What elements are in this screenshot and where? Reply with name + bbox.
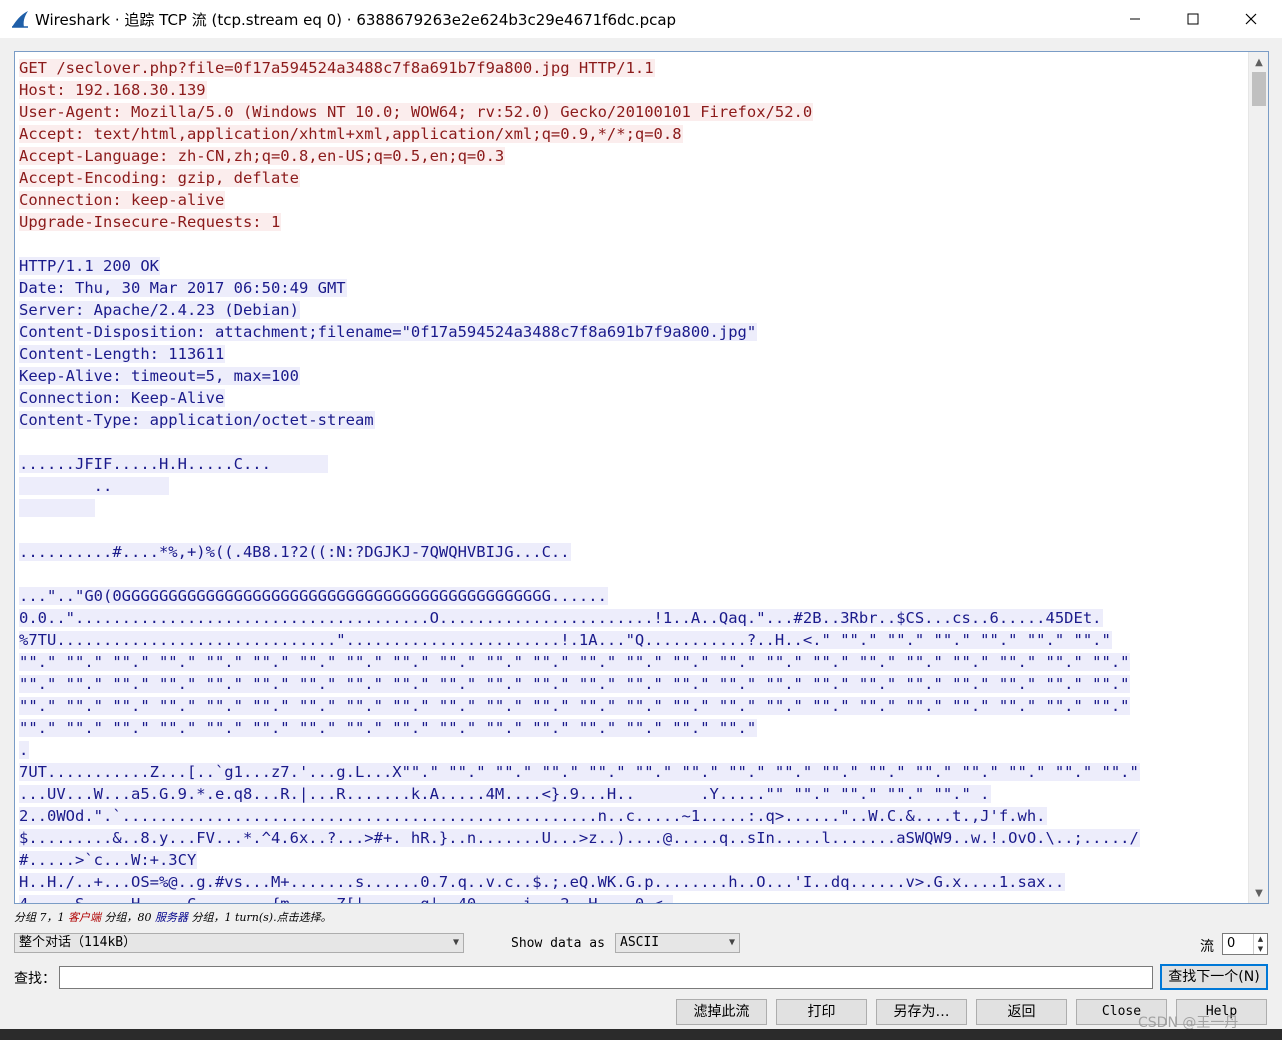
server-data-line [19, 497, 1247, 519]
server-header-line: Date: Thu, 30 Mar 2017 06:50:49 GMT [19, 279, 347, 297]
server-data-line: 7UT...........Z...[..`g1...z7.'...g.L...… [19, 763, 1140, 781]
server-header-line: Keep-Alive: timeout=5, max=100 [19, 367, 300, 385]
server-data-line: .. [19, 477, 170, 495]
chevron-down-icon: ▼ [728, 937, 735, 948]
stream-number-spinbox[interactable]: 0 ▲ ▼ [1222, 933, 1268, 955]
maximize-icon [1187, 13, 1199, 25]
maximize-button[interactable] [1164, 0, 1222, 38]
window-title: Wireshark · 追踪 TCP 流 (tcp.stream eq 0) ·… [35, 11, 677, 29]
server-header-line: Content-Length: 113611 [19, 345, 226, 363]
client-line: Connection: keep-alive [19, 191, 226, 209]
follow-tcp-stream-window: Wireshark · 追踪 TCP 流 (tcp.stream eq 0) ·… [0, 0, 1282, 1040]
filter-out-stream-button[interactable]: 滤掉此流 [676, 999, 767, 1025]
wireshark-fin-icon [12, 11, 28, 28]
taskbar-strip [0, 1029, 1282, 1040]
server-data-line: $.........&..8.y...FV...*.^4.6x..?...>#+… [19, 829, 1140, 847]
stream-text[interactable]: GET /seclover.php?file=0f17a594524a3488c… [19, 57, 1247, 903]
client-line: Accept-Encoding: gzip, deflate [19, 169, 300, 187]
server-data-line: 0.0.."..................................… [19, 609, 1103, 627]
title-bar: Wireshark · 追踪 TCP 流 (tcp.stream eq 0) ·… [0, 0, 1282, 38]
server-data-line: ..........#....*%,+)%((.4B8.1?2((:N:?DGJ… [19, 543, 571, 561]
find-input[interactable] [59, 966, 1153, 989]
vertical-scrollbar[interactable]: ▲ ▼ [1248, 52, 1268, 903]
minimize-button[interactable] [1106, 0, 1164, 38]
server-data-line: ""." ""." ""." ""." ""." ""." ""." ""." … [19, 697, 1131, 715]
server-header-line: HTTP/1.1 200 OK [19, 257, 160, 275]
server-label: 服务器 [155, 911, 188, 924]
client-label: 客户端 [68, 911, 101, 924]
show-data-as-select[interactable]: ASCII ▼ [615, 933, 740, 953]
server-data-line: H..H./..+...OS=%@..g.#vs...M+.......s...… [19, 873, 1066, 891]
server-data-line: ...".."G0(0GGGGGGGGGGGGGGGGGGGGGGGGGGGGG… [19, 587, 608, 605]
client-line: User-Agent: Mozilla/5.0 (Windows NT 10.0… [19, 103, 814, 121]
client-line: Accept: text/html,application/xhtml+xml,… [19, 125, 683, 143]
print-button[interactable]: 打印 [776, 999, 867, 1025]
conversation-select[interactable]: 整个对话（114kB） ▼ [14, 933, 464, 953]
server-header-line: Server: Apache/2.4.23 (Debian) [19, 301, 300, 319]
client-line: GET /seclover.php?file=0f17a594524a3488c… [19, 59, 655, 77]
save-as-button[interactable]: 另存为… [876, 999, 967, 1025]
server-header-line: Content-Type: application/octet-stream [19, 411, 375, 429]
scroll-up-arrow-icon[interactable]: ▲ [1249, 52, 1268, 72]
packet-count-status[interactable]: 分组 7，1 客户端 分组，80 服务器 分组，1 turn(s).点击选择。 [14, 909, 332, 925]
client-line: Host: 192.168.30.139 [19, 81, 207, 99]
server-header-line: Content-Disposition: attachment;filename… [19, 323, 758, 341]
client-line: Upgrade-Insecure-Requests: 1 [19, 213, 282, 231]
spin-arrows-icon[interactable]: ▲ ▼ [1253, 934, 1267, 954]
server-data-line: %7TU..............................".....… [19, 631, 1112, 649]
server-data-line: ""." ""." ""." ""." ""." ""." ""." ""." … [19, 675, 1131, 693]
server-data-line: ......JFIF.....H.H.....C... [19, 455, 328, 473]
server-data-line: 2..0WOd.".`.............................… [19, 807, 1047, 825]
close-window-button[interactable] [1222, 0, 1280, 38]
find-next-button[interactable]: 查找下一个(N) [1160, 964, 1268, 990]
show-data-as-label: Show data as [511, 936, 605, 951]
client-line: Accept-Language: zh-CN,zh;q=0.8,en-US;q=… [19, 147, 506, 165]
server-data-line: . [19, 741, 30, 759]
server-data-line: 4.....S.....H.....C........{m.....Z[|...… [19, 893, 1247, 903]
close-icon [1245, 13, 1257, 25]
minimize-icon [1130, 18, 1140, 20]
server-header-line: Connection: Keep-Alive [19, 389, 226, 407]
stream-content-pane[interactable]: GET /seclover.php?file=0f17a594524a3488c… [14, 51, 1269, 904]
server-data-line: ...UV...W...a5.G.9.*.e.q8...R.|...R.....… [19, 785, 991, 803]
scrollbar-thumb[interactable] [1252, 72, 1266, 106]
chevron-down-icon: ▼ [452, 937, 459, 948]
server-data-line: #.....>`c...W:+.3CY [19, 851, 198, 869]
server-data-line: ""." ""." ""." ""." ""." ""." ""." ""." … [19, 653, 1131, 671]
server-data-line: ""." ""." ""." ""." ""." ""." ""." ""." … [19, 719, 758, 737]
find-label: 查找： [14, 971, 56, 987]
stream-number-label: 流 [1200, 939, 1214, 955]
scroll-down-arrow-icon[interactable]: ▼ [1249, 883, 1268, 903]
back-button[interactable]: 返回 [976, 999, 1067, 1025]
